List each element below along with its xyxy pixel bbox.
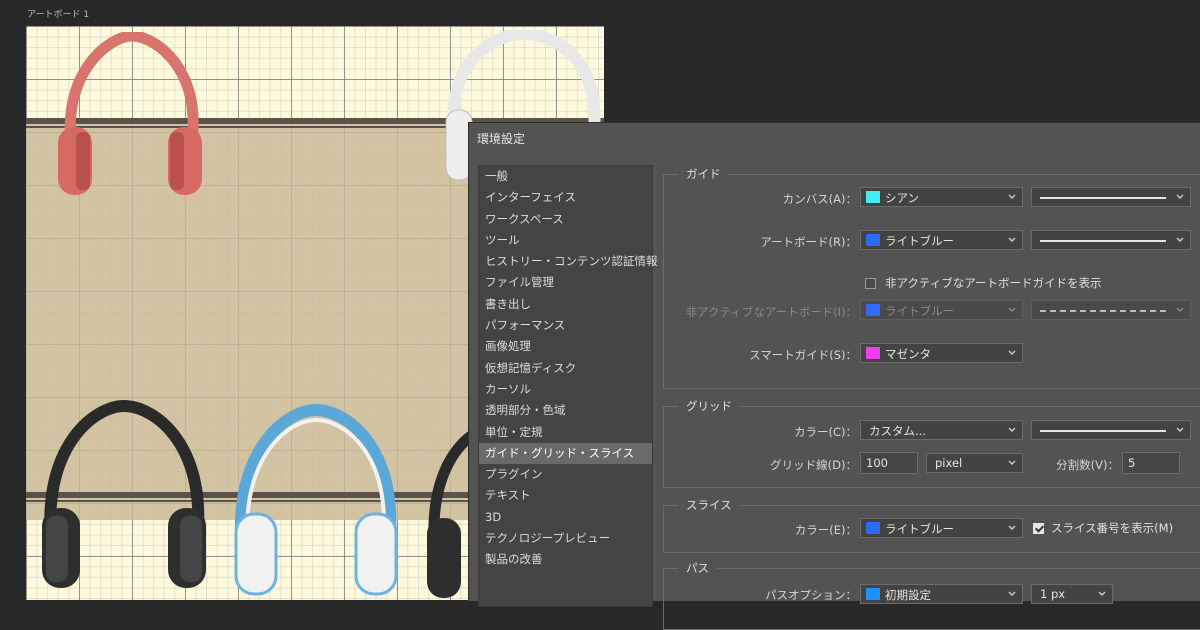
dashed-line-sample xyxy=(1040,310,1166,312)
artboard-guide-label: アートボード(R)： xyxy=(760,235,857,249)
nav-item-technology-previews[interactable]: テクノロジープレビュー xyxy=(479,528,652,549)
inactive-artboard-swatch xyxy=(866,304,880,316)
artboard-guide-swatch xyxy=(866,234,880,246)
artboard-guide-style-select[interactable] xyxy=(1031,230,1191,250)
chevron-down-icon xyxy=(1008,591,1016,596)
canvas-guide-color-value: シアン xyxy=(885,191,920,205)
nav-item-units-rulers[interactable]: 単位・定規 xyxy=(479,422,652,443)
smart-guide-color-value: マゼンタ xyxy=(885,347,931,361)
nav-item-product-improvement[interactable]: 製品の改善 xyxy=(479,549,652,570)
grid-style-select[interactable] xyxy=(1031,420,1191,440)
slice-color-swatch xyxy=(866,522,880,534)
nav-item-performance[interactable]: パフォーマンス xyxy=(479,315,652,336)
nav-item-export[interactable]: 書き出し xyxy=(479,294,652,315)
preferences-dialog: 環境設定 一般 インターフェイス ワークスペース ツール ヒストリー・コンテンツ… xyxy=(468,122,1200,630)
nav-item-plugins[interactable]: プラグイン xyxy=(479,464,652,485)
solid-line-sample xyxy=(1040,197,1166,199)
chevron-down-icon xyxy=(1008,194,1016,199)
dialog-title: 環境設定 xyxy=(477,132,526,146)
nav-item-3d[interactable]: 3D xyxy=(479,507,652,528)
black-headphones-image xyxy=(42,399,206,588)
path-options-swatch xyxy=(866,588,880,600)
nav-item-scratch-disks[interactable]: 仮想記憶ディスク xyxy=(479,358,652,379)
subdivisions-label: 分割数(V)： xyxy=(1056,458,1119,472)
path-width-select[interactable]: 1 px xyxy=(1031,584,1113,604)
chevron-down-icon xyxy=(1008,350,1016,355)
slice-color-label: カラー(E)： xyxy=(794,523,857,537)
subdivisions-input[interactable]: 5 xyxy=(1122,452,1180,474)
canvas-guide-style-select[interactable] xyxy=(1031,187,1191,207)
solid-line-sample xyxy=(1040,430,1166,432)
path-width-value: 1 px xyxy=(1040,587,1066,601)
inactive-artboard-label: 非アクティブなアートボード(I)： xyxy=(685,305,857,319)
show-inactive-artboard-guides-label: 非アクティブなアートボードガイドを表示 xyxy=(885,276,1102,290)
chevron-down-icon xyxy=(1008,307,1016,312)
nav-item-interface[interactable]: インターフェイス xyxy=(479,187,652,208)
nav-item-general[interactable]: 一般 xyxy=(479,166,652,187)
path-options-label: パスオプション： xyxy=(765,588,857,602)
nav-item-cursors[interactable]: カーソル xyxy=(479,379,652,400)
red-headphones-image xyxy=(58,32,202,195)
artboard-label: アートボード 1 xyxy=(27,10,90,20)
show-slice-numbers-checkbox[interactable] xyxy=(1033,523,1044,534)
smart-guide-label: スマートガイド(S)： xyxy=(749,348,857,362)
show-slice-numbers-label: スライス番号を表示(M) xyxy=(1051,521,1174,535)
inactive-artboard-style-select xyxy=(1031,300,1191,320)
nav-item-transparency[interactable]: 透明部分・色域 xyxy=(479,400,652,421)
canvas-guide-color-select[interactable]: シアン xyxy=(860,187,1023,207)
artboard-guide-color-select[interactable]: ライトブルー xyxy=(860,230,1023,250)
canvas-guide-label: カンバス(A)： xyxy=(782,192,857,206)
chevron-down-icon xyxy=(1008,525,1016,530)
gridline-unit-value: pixel xyxy=(935,456,963,470)
path-options-select[interactable]: 初期設定 xyxy=(860,584,1023,604)
chevron-down-icon xyxy=(1176,307,1184,312)
smart-guide-color-select[interactable]: マゼンタ xyxy=(860,343,1023,363)
nav-item-type[interactable]: テキスト xyxy=(479,485,652,506)
inactive-artboard-color-value: ライトブルー xyxy=(885,304,954,318)
gridline-every-input[interactable]: 100 xyxy=(860,452,918,474)
nav-item-workspace[interactable]: ワークスペース xyxy=(479,209,652,230)
canvas-guide-swatch xyxy=(866,191,880,203)
solid-line-sample xyxy=(1040,240,1166,242)
path-group-title: パス xyxy=(678,560,717,576)
show-inactive-artboard-guides-checkbox[interactable] xyxy=(865,278,876,289)
guides-group-title: ガイド xyxy=(678,166,729,182)
nav-item-image-processing[interactable]: 画像処理 xyxy=(479,336,652,357)
chevron-down-icon xyxy=(1008,237,1016,242)
nav-item-tools[interactable]: ツール xyxy=(479,230,652,251)
chevron-down-icon xyxy=(1008,427,1016,432)
nav-item-file-handling[interactable]: ファイル管理 xyxy=(479,272,652,293)
gridline-unit-select[interactable]: pixel xyxy=(926,453,1023,473)
nav-item-guides-grid-slices[interactable]: ガイド・グリッド・スライス xyxy=(479,442,652,465)
grid-group-title: グリッド xyxy=(678,398,740,414)
chevron-down-icon xyxy=(1176,194,1184,199)
slice-color-value: ライトブルー xyxy=(885,522,954,536)
gridline-every-label: グリッド線(D)： xyxy=(770,458,857,472)
nav-item-history[interactable]: ヒストリー・コンテンツ認証情報 xyxy=(479,251,658,272)
preferences-nav: 一般 インターフェイス ワークスペース ツール ヒストリー・コンテンツ認証情報 … xyxy=(478,165,658,607)
artboard-guide-color-value: ライトブルー xyxy=(885,234,954,248)
chevron-down-icon xyxy=(1098,591,1106,596)
inactive-artboard-color-select: ライトブルー xyxy=(860,300,1023,320)
slice-color-select[interactable]: ライトブルー xyxy=(860,518,1023,538)
smart-guide-swatch xyxy=(866,347,880,359)
chevron-down-icon xyxy=(1176,427,1184,432)
blue-headphones-image xyxy=(234,403,398,596)
grid-color-select[interactable]: カスタム... xyxy=(860,420,1023,440)
grid-color-value: カスタム... xyxy=(869,424,926,438)
chevron-down-icon xyxy=(1176,237,1184,242)
grid-color-label: カラー(C)： xyxy=(793,425,857,439)
grid-group: グリッド xyxy=(663,398,1200,488)
slices-group-title: スライス xyxy=(678,497,740,513)
path-options-value: 初期設定 xyxy=(885,588,931,602)
chevron-down-icon xyxy=(1008,460,1016,465)
